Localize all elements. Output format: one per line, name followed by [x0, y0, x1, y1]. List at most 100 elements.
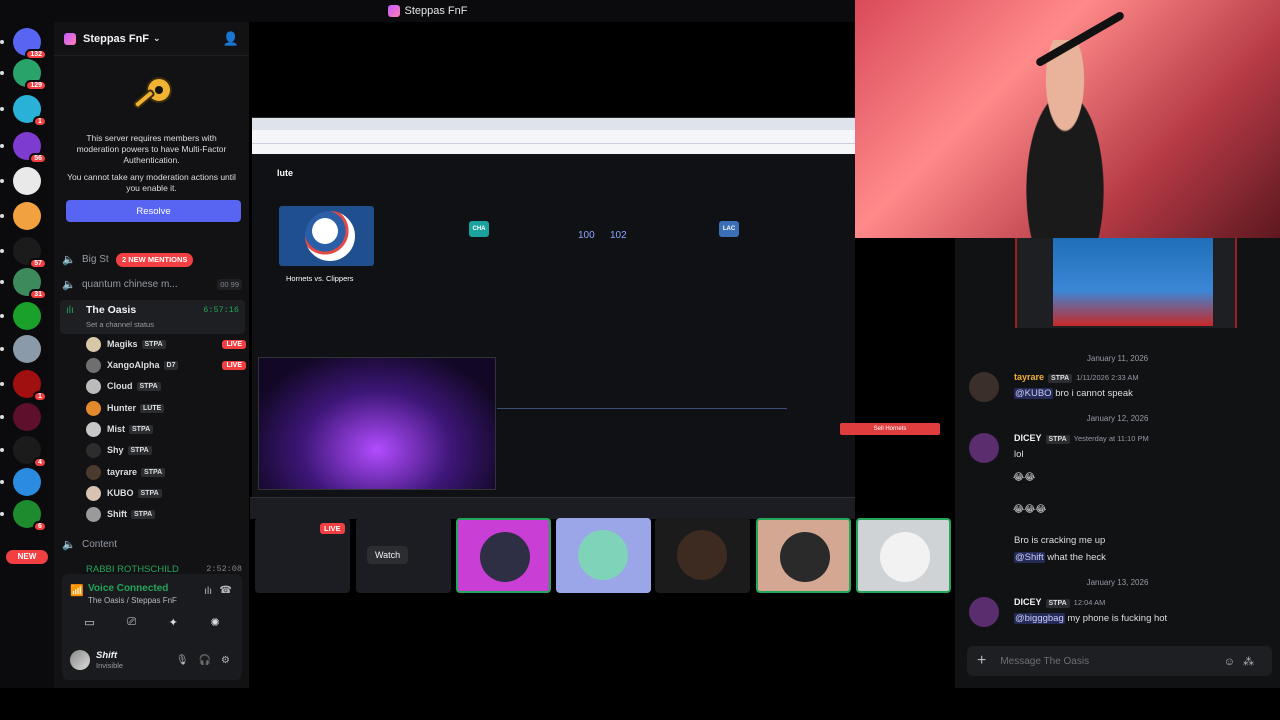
voice-username: Shift	[107, 509, 127, 519]
server-icon-7[interactable]: 31	[13, 268, 47, 300]
server-icon-0[interactable]: 132	[13, 28, 47, 60]
channel-status[interactable]: Set a channel status	[86, 320, 154, 329]
resolve-button[interactable]: Resolve	[66, 200, 241, 222]
windows-taskbar	[250, 497, 855, 519]
server-icon-2[interactable]: 1	[13, 95, 47, 127]
channel-the-oasis[interactable]: ılı The Oasis 6:57:16 Set a channel stat…	[60, 300, 245, 334]
new-pill[interactable]: NEW	[6, 550, 48, 564]
team-b-badge: LAC	[719, 221, 739, 237]
composer-placeholder[interactable]: Message The Oasis	[1000, 656, 1089, 667]
server-icon-12[interactable]: 4	[13, 436, 47, 468]
basketball-icon	[305, 211, 355, 261]
channel-label: Big St	[82, 253, 109, 265]
channel-quantum[interactable]: 🔈 quantum chinese m... 00 99	[62, 274, 242, 294]
camera-off-icon[interactable]: ▭	[84, 616, 94, 629]
server-header[interactable]: Steppas FnF ⌄ 👤	[54, 22, 249, 56]
date-divider: January 11, 2026	[1086, 354, 1149, 363]
guild-tag: STPA	[129, 424, 154, 434]
author[interactable]: tayrare	[1014, 372, 1044, 382]
voice-user[interactable]: KUBO STPA	[86, 483, 246, 503]
plus-icon[interactable]: +	[977, 652, 986, 670]
message-composer[interactable]: + Message The Oasis ☺⁂	[967, 646, 1272, 676]
guild-tag: LUTE	[140, 403, 165, 413]
voice-channel-path[interactable]: The Oasis / Steppas FnF	[88, 596, 177, 605]
helmet-avatar	[677, 530, 727, 580]
server-icon-4[interactable]	[13, 167, 41, 195]
channel-content[interactable]: 🔈 Content	[62, 534, 242, 554]
mentions-badge[interactable]: 2 NEW MENTIONS	[116, 253, 194, 267]
user-mention[interactable]: @Shift	[1014, 552, 1045, 563]
screen-share-icon[interactable]: ⎚	[127, 616, 136, 629]
emoji-app-icons[interactable]: ☺⁂	[1224, 655, 1262, 668]
panda-avatar	[480, 532, 530, 582]
live-badge[interactable]: LIVE	[222, 360, 246, 370]
server-icon-11[interactable]	[13, 403, 41, 431]
watch-button[interactable]: Watch	[367, 546, 409, 564]
avatar	[86, 336, 101, 352]
voice-username: Shy	[107, 445, 124, 455]
voice-connected-label[interactable]: Voice Connected	[88, 583, 168, 594]
user-tile-1[interactable]	[456, 518, 551, 593]
server-icon-14[interactable]: 6	[13, 500, 47, 532]
lute-logo: lute	[277, 168, 294, 178]
user-tile-4[interactable]	[756, 518, 851, 593]
anime-avatar	[880, 532, 930, 582]
avatar	[86, 421, 101, 437]
voice-user[interactable]: Shift STPA	[86, 504, 246, 524]
server-pip	[0, 179, 4, 183]
server-icon-9[interactable]	[13, 335, 41, 363]
browser-address-bar	[252, 130, 855, 144]
voice-username: Cloud	[107, 381, 133, 391]
game-card	[279, 206, 374, 266]
server-icon-8[interactable]	[13, 302, 41, 330]
noise-suppression-icon[interactable]: ılı	[204, 586, 212, 597]
voice-user[interactable]: Magiks STPA LIVE	[86, 334, 246, 354]
voice-user[interactable]: XangoAlpha D7 LIVE	[86, 355, 246, 375]
voice-user[interactable]: Shy STPA	[86, 440, 246, 460]
server-icon-6[interactable]: 57	[13, 237, 47, 269]
invite-icon[interactable]: 👤	[223, 31, 239, 47]
user-panel[interactable]: Shift Invisible 🎙🎧⚙	[70, 646, 240, 674]
voice-user[interactable]: Mist STPA	[86, 419, 246, 439]
voice-username: Magiks	[107, 339, 138, 349]
voice-user[interactable]: Cloud STPA	[86, 376, 246, 396]
guild-tag: STPA	[1048, 374, 1073, 383]
voice-user[interactable]: Hunter LUTE	[86, 398, 246, 418]
sell-button: Sell Hornets	[840, 423, 940, 435]
author[interactable]: DICEY	[1014, 433, 1042, 443]
team-a-badge: CHA	[469, 221, 489, 237]
voice-panel: 📶 Voice Connected The Oasis / Steppas Fn…	[62, 574, 242, 680]
browser-bookmarks	[252, 144, 855, 154]
live-badge: LIVE	[320, 523, 345, 534]
channel-label: RABBI ROTHSCHILD	[86, 563, 179, 575]
gangster-avatar	[780, 532, 830, 582]
webcam-feed[interactable]	[855, 0, 1280, 238]
odds-a: 100	[578, 230, 595, 241]
user-controls-icons[interactable]: 🎙🎧⚙	[176, 655, 240, 666]
user-tile-2[interactable]	[556, 518, 651, 593]
server-icon-5[interactable]	[13, 202, 41, 230]
embedded-video[interactable]	[1015, 238, 1237, 328]
user-tile-5[interactable]	[856, 518, 951, 593]
unread-badge: 6	[33, 521, 47, 532]
user-tile-3[interactable]	[655, 518, 750, 593]
voice-username: Hunter	[107, 403, 136, 413]
guild-tag: STPA	[127, 445, 152, 455]
voice-user[interactable]: tayrare STPA	[86, 462, 246, 482]
server-icon-13[interactable]	[13, 468, 41, 496]
chevron-down-icon: ⌄	[153, 33, 161, 43]
server-icon-10[interactable]: 1	[13, 370, 47, 402]
avatar	[86, 378, 101, 394]
live-badge[interactable]: LIVE	[222, 339, 246, 349]
soundboard-icon[interactable]: ✺	[210, 616, 219, 629]
avatar	[86, 506, 101, 522]
channel-label: The Oasis	[86, 304, 137, 316]
stream-view[interactable]: lute Hornets vs. Clippers CHA LAC 100 10…	[250, 22, 940, 519]
activity-icon[interactable]: ✦	[169, 616, 178, 629]
user-mention[interactable]: @KUBO	[1014, 388, 1053, 399]
disconnect-icon[interactable]: ☎	[220, 585, 232, 596]
author[interactable]: DICEY	[1014, 597, 1042, 607]
server-icon-1[interactable]: 129	[13, 59, 47, 91]
server-icon-3[interactable]: 56	[13, 132, 47, 164]
user-mention[interactable]: @bigggbag	[1014, 613, 1065, 624]
